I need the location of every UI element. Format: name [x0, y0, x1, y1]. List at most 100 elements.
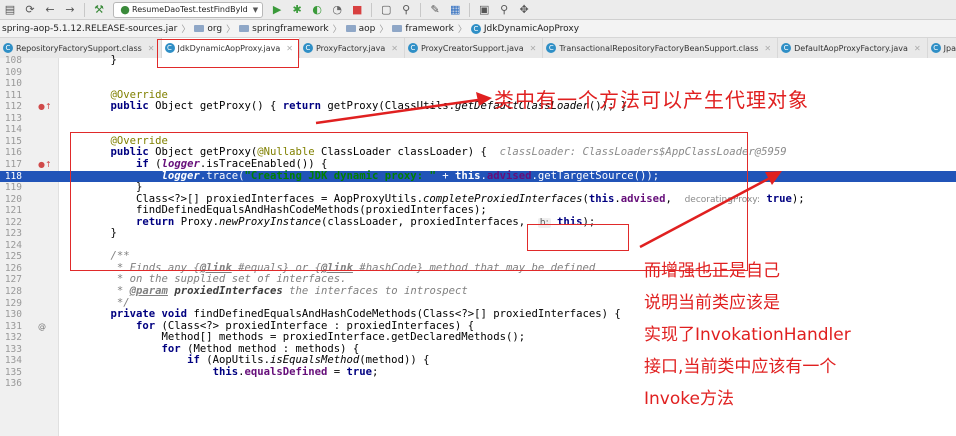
- wrench-icon[interactable]: ✎: [427, 2, 443, 18]
- code-line[interactable]: Method[] methods = proxiedInterface.getD…: [85, 332, 526, 344]
- sync-icon[interactable]: ⟳: [22, 2, 38, 18]
- line-number: 129: [4, 297, 22, 309]
- class-icon: C: [546, 43, 557, 53]
- breadcrumb-item-org[interactable]: org: [194, 24, 222, 34]
- annotation-line-1: 而增强也正是自己: [644, 261, 780, 281]
- line-number: 124: [4, 239, 22, 251]
- debug-icon[interactable]: ✱: [289, 2, 305, 18]
- breadcrumb-item-framework[interactable]: framework: [392, 24, 454, 34]
- line-number: 108: [4, 55, 22, 66]
- build-hammer-icon[interactable]: ⚒: [91, 2, 107, 18]
- line-number: 113: [4, 112, 22, 124]
- line-number: 136: [4, 378, 22, 390]
- frames-icon[interactable]: ▢: [378, 2, 394, 18]
- coverage-icon[interactable]: ◐: [309, 2, 325, 18]
- folder-icon: [392, 25, 403, 32]
- override-marker-icon[interactable]: ●↑: [38, 159, 52, 171]
- annotation-line-5: Invoke方法: [644, 389, 734, 409]
- line-number: 126: [4, 262, 22, 274]
- search-icon[interactable]: ⚲: [496, 2, 512, 18]
- line-number: 122: [4, 216, 22, 228]
- override-marker-icon[interactable]: ●↑: [38, 101, 52, 113]
- line-number: 116: [4, 147, 22, 159]
- class-icon: C: [470, 23, 481, 34]
- chevron-down-icon: ▼: [252, 5, 259, 14]
- breadcrumb: spring-aop-5.1.12.RELEASE-sources.jar 〉 …: [0, 20, 956, 38]
- folder-icon: [194, 25, 205, 32]
- annotation-line-3: 实现了InvokationHandler: [644, 325, 851, 345]
- breadcrumb-separator: 〉: [226, 25, 236, 35]
- breadcrumb-separator: 〉: [181, 25, 191, 35]
- toolbar-divider: [84, 2, 85, 17]
- close-icon[interactable]: ✕: [530, 44, 537, 53]
- folder-icon: [345, 25, 356, 32]
- class-icon: C: [407, 43, 418, 53]
- class-icon: C: [3, 43, 13, 53]
- line-number: 133: [4, 343, 22, 355]
- annotation-proxy-method: 类中有一个方法可以产生代理对象: [494, 88, 809, 112]
- close-icon[interactable]: ✕: [764, 44, 771, 53]
- line-number: 120: [4, 193, 22, 205]
- toolbar-divider: [371, 2, 373, 17]
- line-number: 131: [4, 320, 22, 332]
- class-icon: C: [781, 43, 792, 53]
- highlight-box-get-proxy-method: [70, 132, 748, 271]
- highlight-box-this-argument: [527, 224, 629, 251]
- highlight-box-active-tab: [157, 39, 299, 68]
- forward-arrow-icon[interactable]: →: [62, 2, 78, 18]
- code-line[interactable]: this.equalsDefined = true;: [85, 366, 379, 379]
- breadcrumb-item-jar[interactable]: spring-aop-5.1.12.RELEASE-sources.jar: [0, 21, 177, 37]
- line-number: 117: [4, 158, 22, 170]
- structure-icon[interactable]: ▦: [447, 2, 463, 18]
- run-config-label: ResumeDaoTest.testFindById: [132, 5, 248, 14]
- toolbar-divider: [469, 2, 471, 17]
- toolbar-divider: [420, 2, 422, 17]
- annotation-line-4: 接口,当前类中应该有一个: [644, 357, 837, 377]
- main-toolbar: ▤ ⟳ ← → ⚒ ● ResumeDaoTest.testFindById ▼…: [0, 0, 956, 20]
- breadcrumb-item-aop[interactable]: aop: [345, 24, 375, 34]
- class-icon: C: [930, 43, 941, 53]
- line-number: 115: [4, 135, 22, 147]
- line-number: 110: [4, 78, 22, 90]
- attach-icon[interactable]: ⚲: [398, 2, 414, 18]
- breadcrumb-separator: 〉: [379, 25, 389, 35]
- breadcrumb-item-class[interactable]: C JdkDynamicAopProxy: [470, 23, 579, 34]
- line-number: 111: [4, 89, 22, 101]
- terminal-icon[interactable]: ▣: [476, 2, 492, 18]
- code-line[interactable]: }: [85, 54, 117, 67]
- breadcrumb-item-springframework[interactable]: springframework: [239, 24, 329, 34]
- line-number: 114: [4, 124, 22, 136]
- line-number: 112: [4, 101, 22, 113]
- project-icon[interactable]: ▤: [2, 2, 18, 18]
- line-number: 119: [4, 182, 22, 194]
- close-icon[interactable]: ✕: [914, 44, 921, 53]
- line-number: 127: [4, 274, 22, 286]
- annotation-line-2: 说明当前类应该是: [644, 293, 780, 313]
- line-number: 118: [4, 170, 22, 182]
- translate-icon[interactable]: ✥: [516, 2, 532, 18]
- line-number: 135: [4, 366, 22, 378]
- annotation-marker-icon[interactable]: @: [38, 321, 46, 333]
- line-number: 125: [4, 251, 22, 263]
- class-icon: C: [302, 43, 313, 53]
- breadcrumb-separator: 〉: [457, 25, 467, 35]
- code-line[interactable]: private void findDefinedEqualsAndHashCod…: [85, 308, 621, 321]
- code-line[interactable]: * @param proxiedInterfaces the interface…: [85, 285, 468, 298]
- line-number: 132: [4, 332, 22, 344]
- run-config-select[interactable]: ● ResumeDaoTest.testFindById ▼: [113, 1, 264, 18]
- profile-icon[interactable]: ◔: [329, 2, 345, 18]
- stop-icon[interactable]: ■: [349, 2, 365, 18]
- close-icon[interactable]: ✕: [148, 44, 155, 53]
- line-number: 109: [4, 66, 22, 78]
- line-number: 130: [4, 309, 22, 321]
- line-number: 121: [4, 205, 22, 217]
- test-config-icon: ●: [120, 3, 130, 16]
- back-arrow-icon[interactable]: ←: [42, 2, 58, 18]
- breadcrumb-separator: 〉: [332, 25, 342, 35]
- folder-icon: [239, 25, 250, 32]
- line-number: 128: [4, 286, 22, 297]
- line-number: 134: [4, 355, 22, 367]
- editor-gutter[interactable]: 108 109 110 111 112 ●↑ 113 114 115 116 11…: [0, 55, 897, 436]
- run-icon[interactable]: ▶: [269, 2, 285, 18]
- close-icon[interactable]: ✕: [391, 44, 398, 53]
